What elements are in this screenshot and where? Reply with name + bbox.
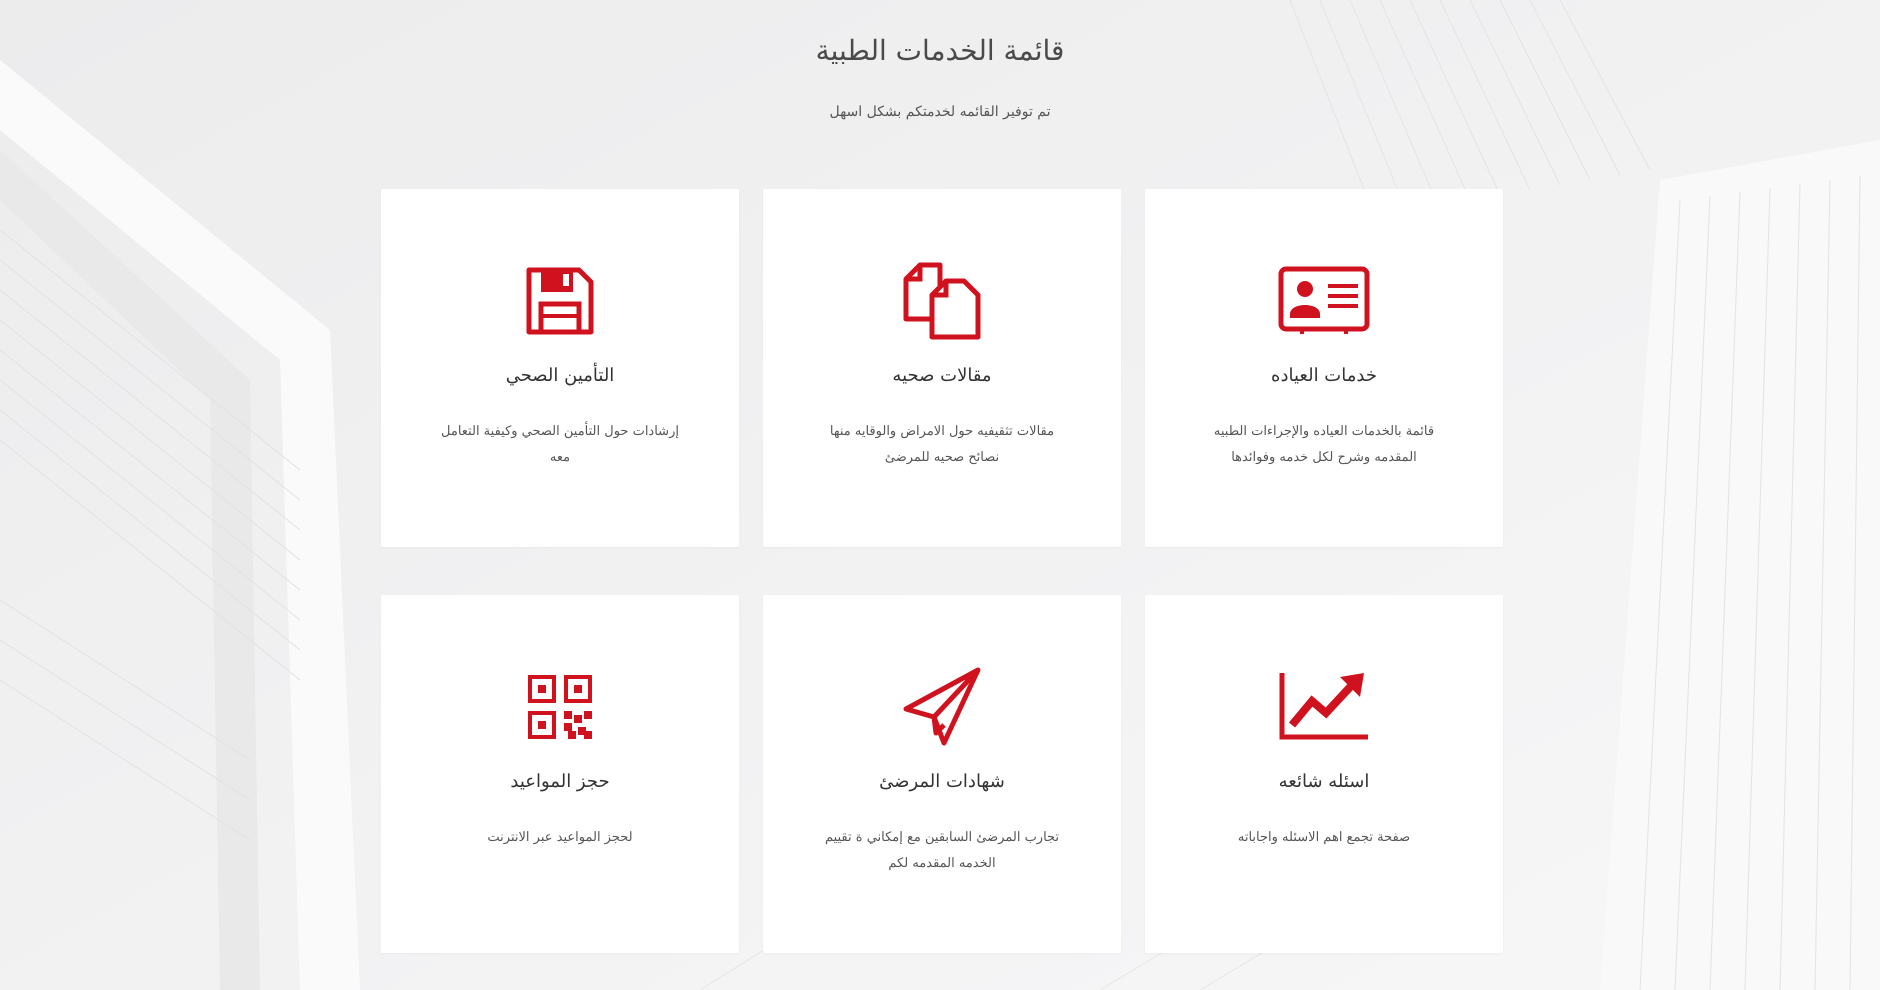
card-title: التأمين الصحي bbox=[505, 365, 615, 386]
page-subtitle: تم توفير القائمه لخدمتكم بشكل اسهل bbox=[829, 104, 1051, 120]
card-description: تجارب المرضئ السابقين مع إمكاني ة تقييم … bbox=[824, 830, 1060, 871]
card-title: اسئله شائعه bbox=[1278, 771, 1370, 792]
id-card-icon bbox=[1145, 261, 1503, 341]
service-card-articles[interactable]: مقالات صحيه مقالات تثقيفيه حول الامراض و… bbox=[763, 189, 1121, 547]
qr-code-icon bbox=[381, 667, 739, 747]
card-title: خدمات العياده bbox=[1271, 365, 1377, 386]
card-title: شهادات المرضئ bbox=[879, 771, 1005, 792]
card-description: صفحة تجمع اهم الاسئله واجاباته bbox=[1237, 830, 1411, 845]
documents-icon bbox=[763, 261, 1121, 341]
card-description: مقالات تثقيفيه حول الامراض والوقايه منها… bbox=[829, 424, 1055, 465]
card-description: إرشادات حول التأمين الصحي وكيفية التعامل… bbox=[441, 424, 679, 465]
service-card-testimonials[interactable]: شهادات المرضئ تجارب المرضئ السابقين مع إ… bbox=[763, 595, 1121, 953]
page-title: قائمة الخدمات الطبية bbox=[815, 34, 1065, 67]
paper-plane-icon bbox=[763, 667, 1121, 747]
service-card-clinic[interactable]: خدمات العياده قائمة بالخدمات العياده وال… bbox=[1145, 189, 1503, 547]
trend-chart-icon bbox=[1145, 667, 1503, 747]
card-description: لحجز المواعيد عبر الانترنت bbox=[487, 830, 633, 845]
card-title: مقالات صحيه bbox=[892, 365, 992, 386]
floppy-disk-icon bbox=[381, 261, 739, 341]
service-card-insurance[interactable]: التأمين الصحي إرشادات حول التأمين الصحي … bbox=[381, 189, 739, 547]
service-card-appointments[interactable]: حجز المواعيد لحجز المواعيد عبر الانترنت bbox=[381, 595, 739, 953]
card-description: قائمة بالخدمات العياده والإجراءات الطبيه… bbox=[1213, 424, 1435, 465]
card-title: حجز المواعيد bbox=[510, 771, 610, 792]
service-card-faq[interactable]: اسئله شائعه صفحة تجمع اهم الاسئله واجابا… bbox=[1145, 595, 1503, 953]
